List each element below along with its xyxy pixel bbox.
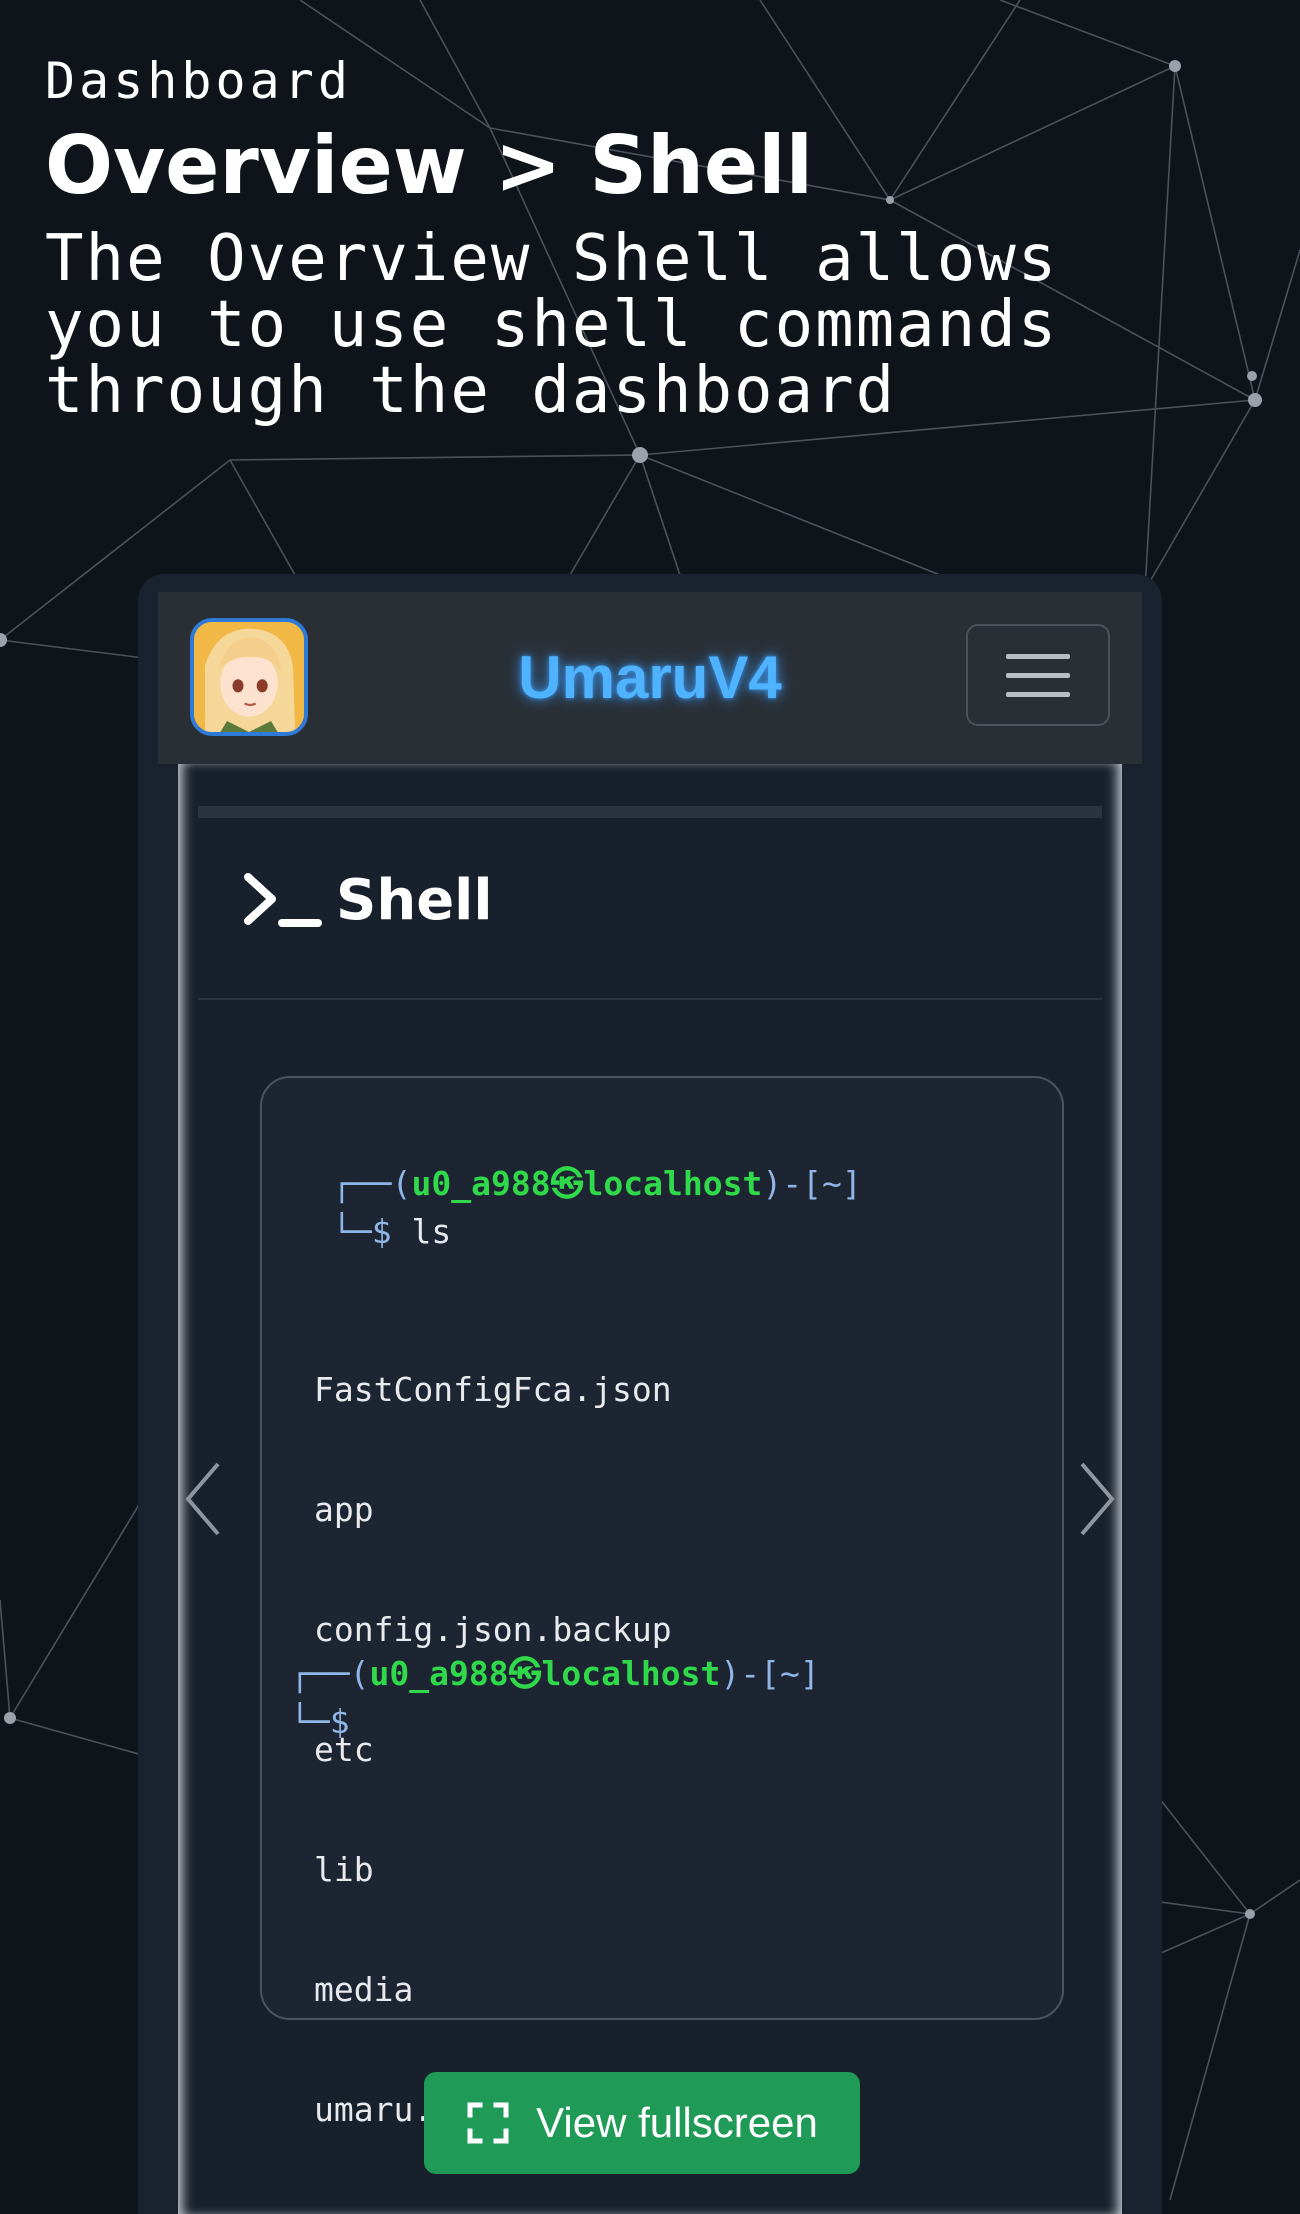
menu-line	[1006, 653, 1070, 659]
shell-title: Shell	[336, 868, 493, 933]
section-label: Dashboard	[45, 52, 352, 110]
fullscreen-label: View fullscreen	[536, 2099, 818, 2146]
main-content: Shell ┌──(u0_a988㉿localhost)-[~] └─$ ls …	[178, 764, 1122, 2214]
output-line: etc	[314, 1730, 374, 1769]
chevron-left-icon	[185, 1462, 220, 1536]
prompt-path: )-[~]	[762, 1164, 862, 1203]
menu-line	[1006, 691, 1070, 697]
fullscreen-icon	[467, 2102, 509, 2144]
navbar: UmaruV4	[158, 592, 1142, 764]
view-fullscreen-button[interactable]: View fullscreen	[424, 2072, 860, 2174]
prompt-dollar: └─$	[290, 1702, 350, 1741]
anime-avatar-icon	[194, 622, 304, 732]
carousel-prev-button[interactable]	[178, 1454, 228, 1544]
chevron-right-icon	[1080, 1462, 1115, 1536]
output-line: media	[314, 1970, 414, 2009]
prompt-bracket: ┌──(	[290, 1654, 370, 1693]
prompt-path: )-[~]	[720, 1654, 820, 1693]
prompt2-line-1: ┌──(u0_a988㉿localhost)-[~]	[290, 1650, 820, 1698]
prompt-line-2: └─$ ls	[332, 1208, 451, 1256]
command-text: ls	[411, 1212, 452, 1251]
prompt2-line-2: └─$	[290, 1698, 350, 1746]
shell-card-header: Shell	[198, 818, 1102, 1000]
carousel-next-button[interactable]	[1072, 1454, 1122, 1544]
menu-line	[1006, 672, 1070, 678]
prompt-bracket: ┌──(	[332, 1164, 412, 1203]
output-line: FastConfigFca.json	[314, 1370, 672, 1409]
prompt-line-1: ┌──(u0_a988㉿localhost)-[~]	[332, 1160, 862, 1208]
phone-screenshot: UmaruV4 Shell ┌──(u0_a988㉿localhost)-[~]…	[138, 574, 1162, 2214]
terminal-output[interactable]: ┌──(u0_a988㉿localhost)-[~] └─$ ls FastCo…	[260, 1076, 1064, 2129]
shell-heading: Shell	[242, 868, 493, 933]
prompt-dollar: └─$	[332, 1212, 412, 1251]
terminal-icon	[244, 872, 322, 927]
output-line: lib	[314, 1850, 374, 1889]
avatar[interactable]	[190, 618, 308, 736]
divider	[198, 806, 1102, 818]
output-line: app	[314, 1490, 374, 1529]
page-title: Overview > Shell	[45, 119, 814, 212]
prompt-user-host: u0_a988㉿localhost	[369, 1654, 721, 1693]
page-description: The Overview Shell allows you to use she…	[45, 222, 1059, 428]
prompt-user-host: u0_a988㉿localhost	[411, 1164, 763, 1203]
output-line: config.json.backup	[314, 1610, 672, 1649]
hamburger-menu-button[interactable]	[966, 624, 1110, 726]
page-header: Dashboard Overview > Shell The Overview …	[45, 48, 1260, 424]
